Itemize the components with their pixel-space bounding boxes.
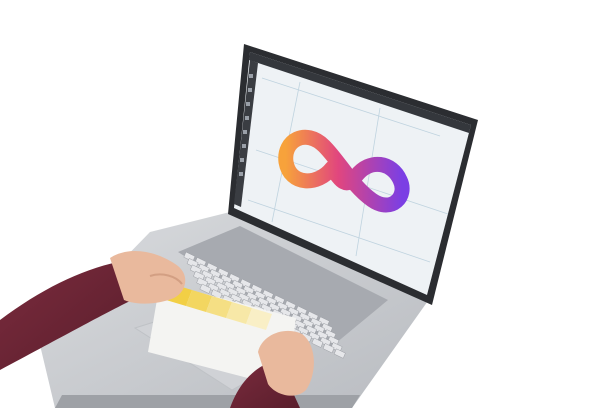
photo-scene bbox=[0, 0, 612, 408]
laptop-design-photo bbox=[0, 44, 478, 408]
